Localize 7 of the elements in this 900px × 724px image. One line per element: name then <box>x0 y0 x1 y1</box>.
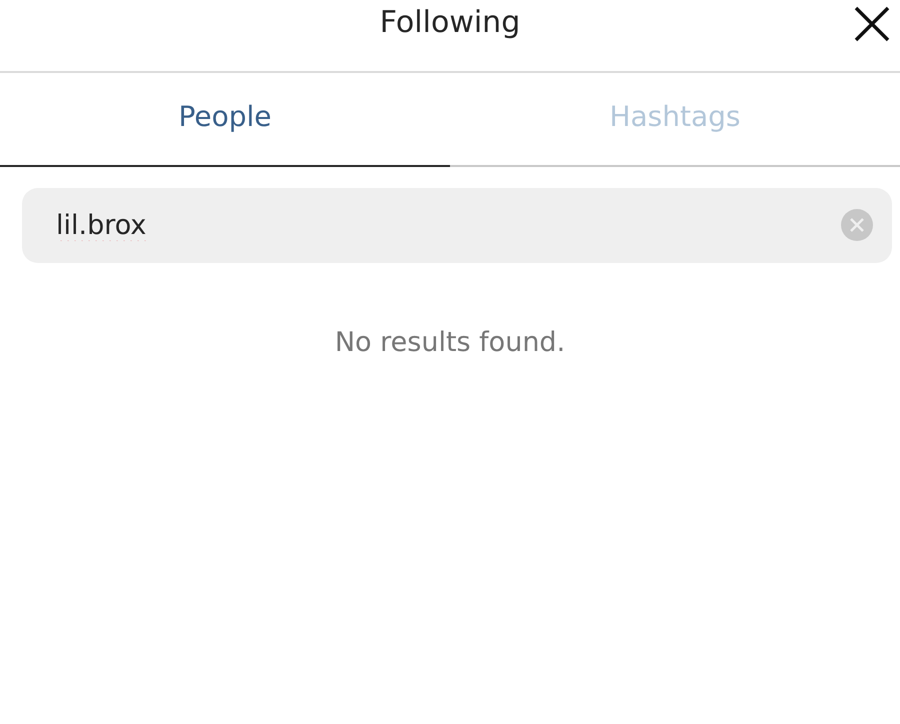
search-field[interactable]: lil.brox <box>22 188 892 263</box>
tab[interactable]: People <box>0 73 450 167</box>
empty-message: No results found. <box>334 327 566 358</box>
close-icon <box>853 5 891 43</box>
window-title: Following <box>380 5 520 40</box>
clear-icon <box>840 208 874 242</box>
close-button[interactable] <box>852 4 892 44</box>
